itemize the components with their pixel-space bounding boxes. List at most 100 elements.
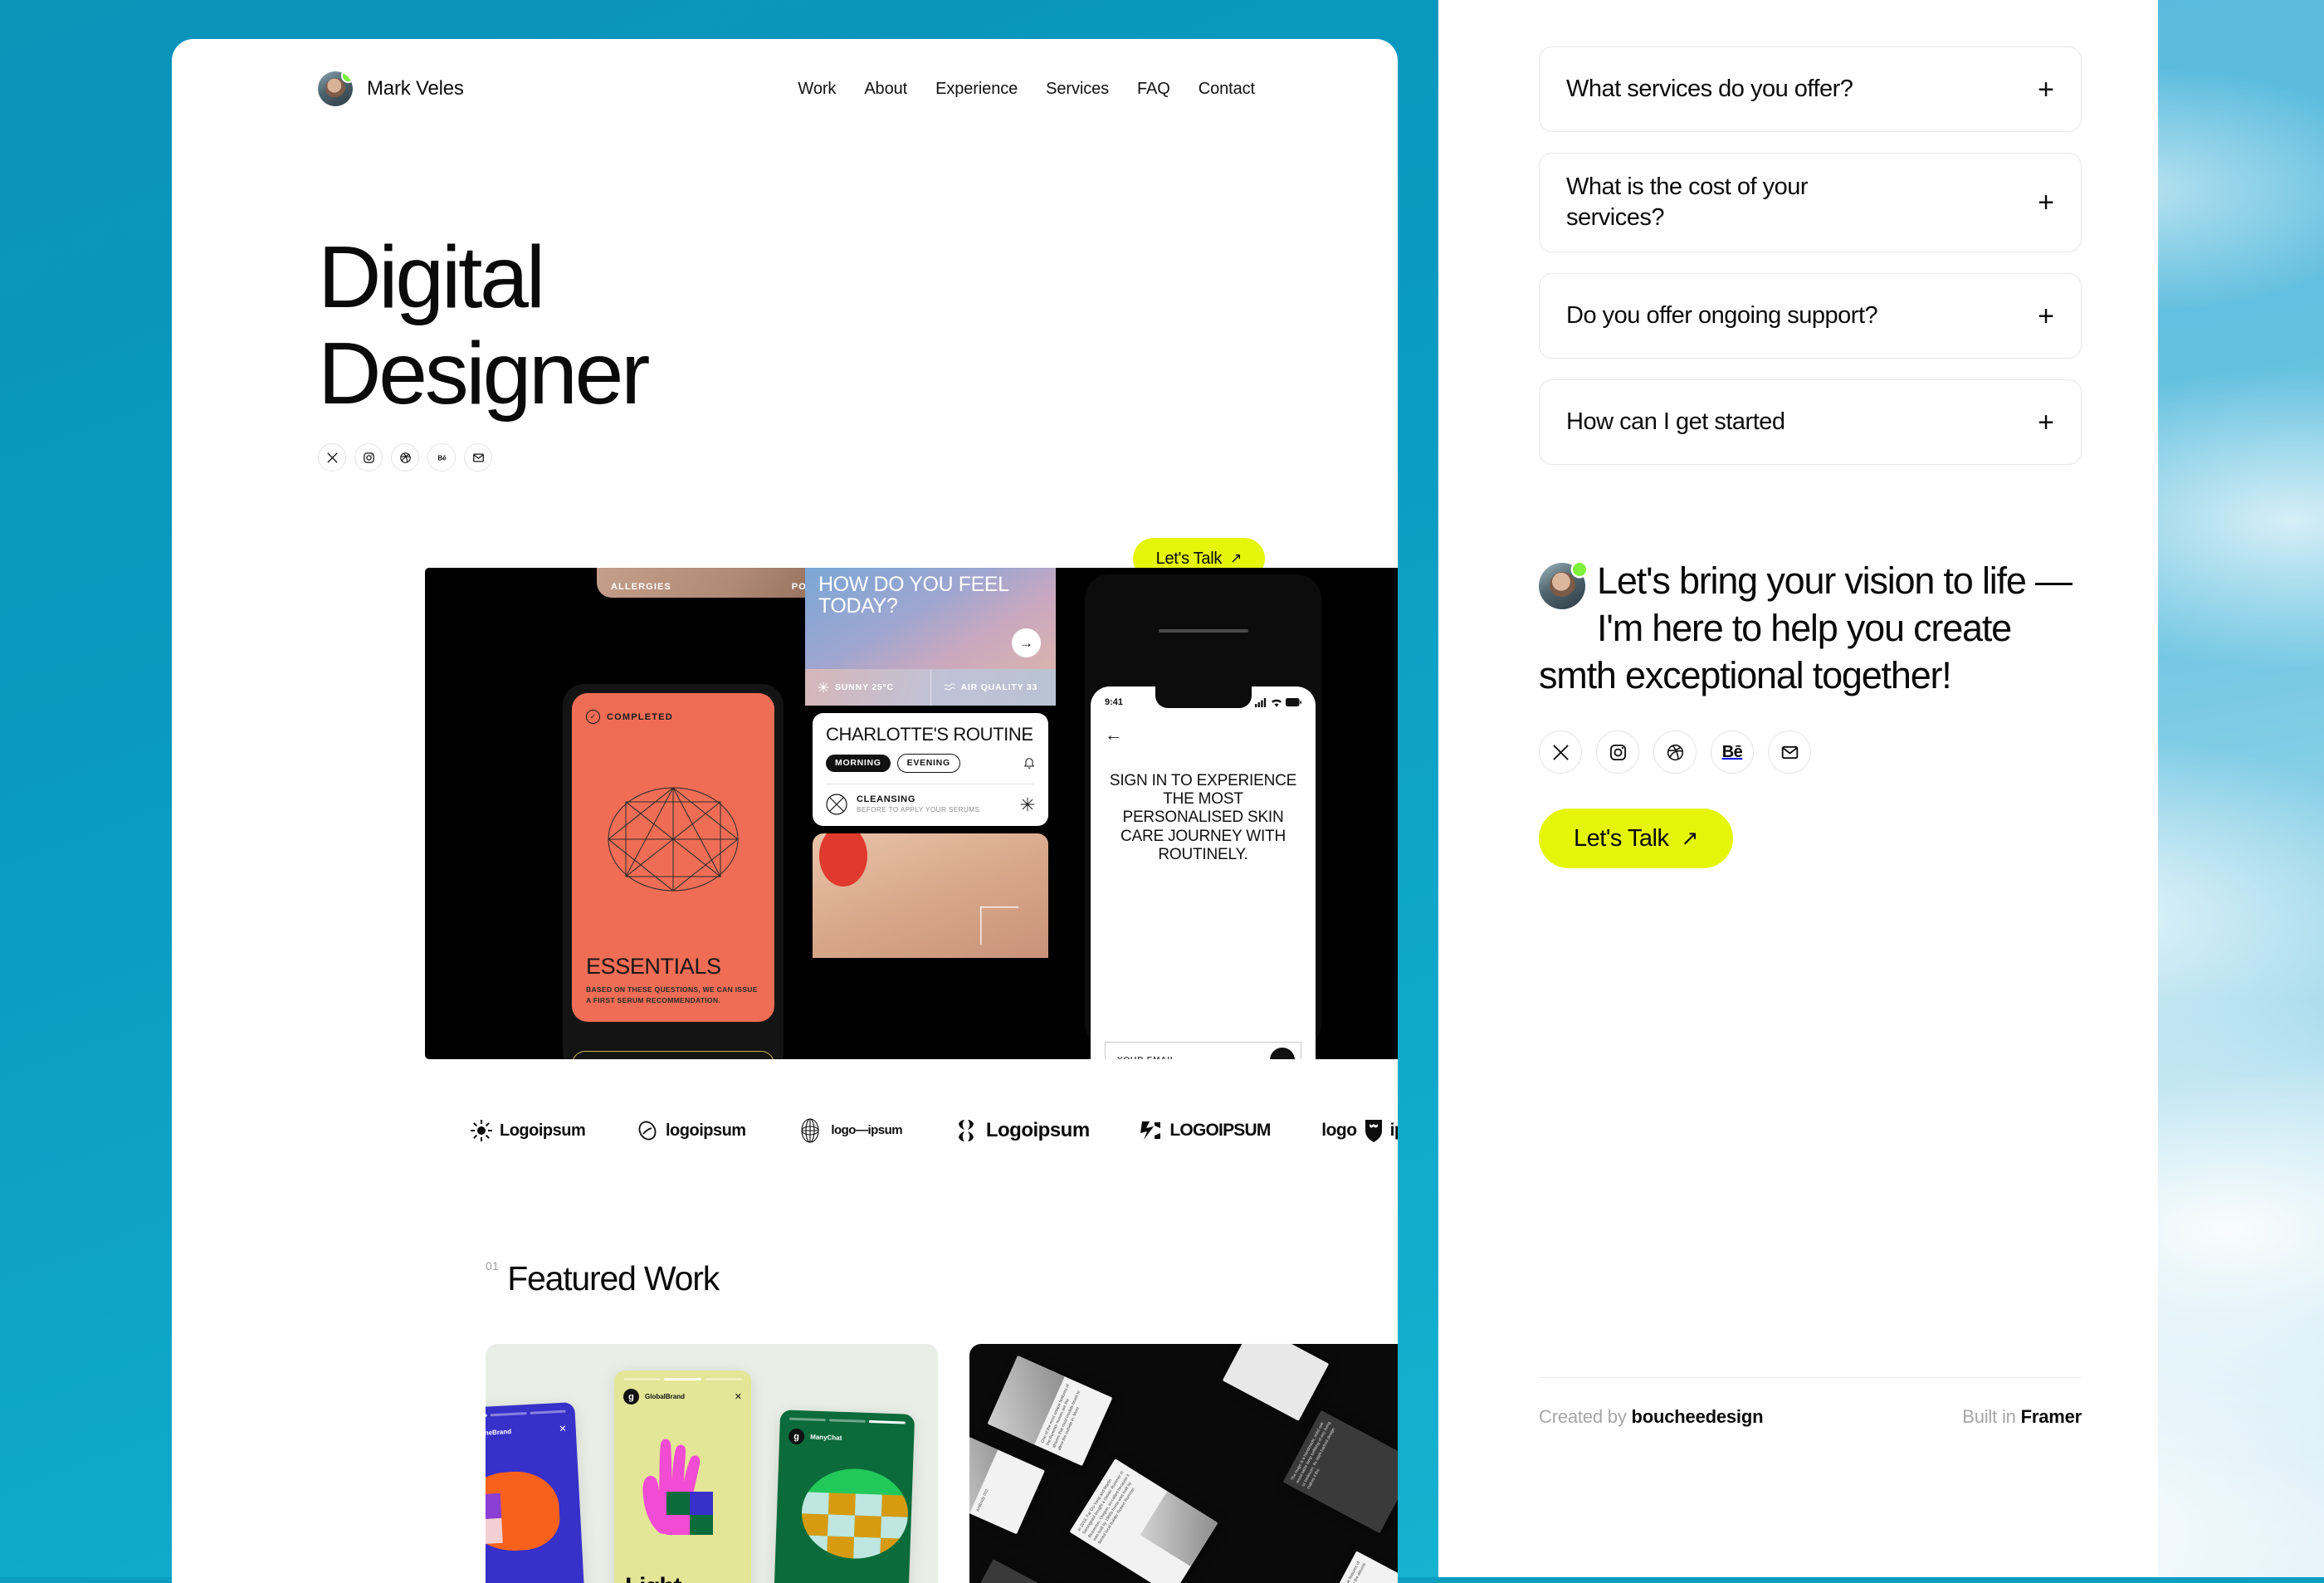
phone-top-shell: [1091, 580, 1316, 643]
instagram-icon[interactable]: [354, 443, 383, 471]
faq-item[interactable]: How can I get started +: [1539, 379, 2082, 465]
submit-arrow-icon[interactable]: →: [1270, 1048, 1295, 1059]
work-card[interactable]: g StoneBrand ✕ a salt ural ter g GlobalB…: [486, 1344, 938, 1583]
card-title: Light speed: [625, 1575, 740, 1583]
logoipsum-sunburst-icon: [471, 1120, 492, 1141]
section-title: Featured Work: [507, 1259, 719, 1298]
faq-item[interactable]: What services do you offer? +: [1539, 46, 2082, 132]
logo-item: LOGOIPSUM: [1140, 1120, 1270, 1141]
essentials-title: ESSENTIALS: [586, 954, 760, 980]
card-title: Green moon hiding: [783, 1580, 898, 1583]
check-circle-icon: ✓: [586, 710, 600, 724]
hero-line-2: Designer: [318, 326, 1265, 423]
hero-cta-label: Let's Talk: [1156, 550, 1222, 569]
email-icon[interactable]: [1768, 730, 1811, 774]
routine-time-tabs: MORNING EVENING: [826, 754, 1035, 773]
air-quality-label: AIR QUALITY 33: [961, 682, 1038, 692]
list-item: One of the most unique features of the R…: [1320, 1551, 1398, 1583]
plus-icon[interactable]: +: [2038, 76, 2054, 104]
routine-card: ··· CHARLOTTE'S ROUTINE MORNING EVENING …: [813, 713, 1048, 826]
weather-meta-row: SUNNY 25°C AIR QUALITY 33: [805, 669, 1056, 706]
showcase-phone-right: 9:41 ← SIGN IN TO EXPERIENCE THE MOST PE…: [1085, 574, 1321, 1049]
list-item: Antibody: [969, 1559, 1081, 1583]
x-twitter-icon[interactable]: [318, 443, 346, 471]
faq-question: What services do you offer?: [1566, 74, 1853, 105]
hero-social-links: Bē: [318, 443, 1265, 471]
dribbble-icon[interactable]: [1653, 730, 1697, 774]
list-item: The Hugo is a handmade, solid oak wood t…: [1283, 1410, 1398, 1533]
cleansing-step: CLEANSING BEFORE TO APPLY YOUR SERUMS: [826, 784, 1035, 826]
nav-item-about[interactable]: About: [864, 80, 907, 99]
close-icon[interactable]: ✕: [735, 1391, 742, 1402]
arrow-up-right-icon: ↗: [1681, 826, 1697, 851]
hand-illustration: [635, 1427, 728, 1535]
completed-label: COMPLETED: [607, 712, 673, 722]
skin-photo: [813, 833, 1048, 958]
bell-icon[interactable]: [1023, 757, 1035, 770]
brand-name: Mark Veles: [367, 77, 464, 100]
list-item: [1223, 1344, 1329, 1421]
email-icon[interactable]: [464, 443, 492, 471]
nav-item-experience[interactable]: Experience: [935, 80, 1018, 99]
brand-logo-icon: g: [788, 1429, 805, 1445]
client-logos: Logoipsum logoipsum logo—ipsum Logoipsum…: [425, 1106, 1398, 1155]
featured-work-heading: 01 Featured Work: [486, 1259, 719, 1298]
email-input-row[interactable]: YOUR EMAIL →: [1105, 1042, 1301, 1059]
showcase-phone-middle: HOW DO YOU FEEL TODAY? → SUNNY 25°C AIR …: [805, 568, 1056, 1059]
nav-item-contact[interactable]: Contact: [1199, 80, 1255, 99]
tab-morning[interactable]: MORNING: [826, 755, 891, 772]
logoipsum-petals-icon: [954, 1118, 979, 1143]
logo-wordmark-right: ipsum: [1390, 1121, 1398, 1141]
more-options-icon[interactable]: ···: [1017, 726, 1033, 743]
weather-label: SUNNY 25°C: [835, 682, 894, 692]
nav-item-faq[interactable]: FAQ: [1137, 80, 1170, 99]
tab-evening[interactable]: EVENING: [897, 754, 960, 773]
signin-screen: 9:41 ← SIGN IN TO EXPERIENCE THE MOST PE…: [1091, 686, 1316, 1059]
close-icon[interactable]: ✕: [559, 1424, 567, 1434]
logoipsum-bolt-icon: [1140, 1120, 1162, 1141]
behance-label: Bē: [1722, 743, 1743, 762]
panel-lets-talk-button[interactable]: Let's Talk ↗: [1539, 809, 1733, 868]
faq-question: How can I get started: [1566, 407, 1785, 437]
plus-icon[interactable]: +: [2038, 188, 2054, 217]
logo-wordmark: logo—ipsum: [831, 1124, 902, 1137]
signin-headline: SIGN IN TO EXPERIENCE THE MOST PERSONALI…: [1105, 772, 1301, 864]
avatar: [318, 71, 353, 106]
brand[interactable]: Mark Veles: [318, 71, 464, 106]
x-twitter-icon[interactable]: [1539, 730, 1582, 774]
dribbble-icon[interactable]: [391, 443, 419, 471]
svg-text:Bē: Bē: [437, 454, 447, 462]
arrow-up-right-icon: ↗: [1230, 550, 1242, 567]
faq-question: What is the cost of your services?: [1566, 172, 1898, 233]
faq-item[interactable]: What is the cost of your services? +: [1539, 153, 2082, 252]
nav-item-work[interactable]: Work: [798, 80, 836, 99]
nav-item-services[interactable]: Services: [1046, 80, 1109, 99]
faq-item[interactable]: Do you offer ongoing support? +: [1539, 273, 2082, 359]
online-status-dot: [1573, 563, 1586, 576]
logo-wordmark: logoipsum: [666, 1121, 746, 1141]
signal-icon: [1255, 698, 1267, 707]
feel-today-header: HOW DO YOU FEEL TODAY? →: [805, 568, 1056, 669]
hero-line-1: Digital: [318, 230, 1265, 326]
work-card[interactable]: One of the most unique features of the R…: [969, 1344, 1398, 1583]
routine-title: CHARLOTTE'S ROUTINE: [826, 726, 1035, 745]
status-time: 9:41: [1105, 697, 1123, 707]
panel-footer: Created by boucheedesign Built in Framer: [1539, 1377, 2082, 1428]
contact-cta-block: Let's bring your vision to life — I'm he…: [1539, 558, 2082, 868]
hero-showcase-image: ALLERGIES POLLEN ✓ COMPLETED ESSENTIALS …: [425, 568, 1398, 1059]
platform-name[interactable]: Framer: [2021, 1406, 2082, 1427]
brand-name: StoneBrand: [486, 1428, 511, 1437]
faq-accordion: What services do you offer? + What is th…: [1539, 46, 2082, 465]
instagram-icon[interactable]: [1596, 730, 1639, 774]
logo-item: logoipsum: [637, 1120, 746, 1141]
behance-icon[interactable]: Bē: [1711, 730, 1754, 774]
arrow-right-icon[interactable]: →: [1012, 628, 1041, 657]
section-number: 01: [486, 1259, 499, 1273]
plus-icon[interactable]: +: [2038, 302, 2054, 330]
creator-name[interactable]: boucheedesign: [1632, 1406, 1764, 1427]
back-arrow-icon[interactable]: ←: [1105, 726, 1301, 745]
plus-icon[interactable]: +: [2038, 408, 2054, 437]
behance-icon[interactable]: Bē: [427, 443, 456, 471]
list-item: In 2018, Far Ou-Yang and Martin Sarongpa…: [1070, 1458, 1218, 1583]
footer-built-in: Built in Framer: [1962, 1406, 2082, 1428]
